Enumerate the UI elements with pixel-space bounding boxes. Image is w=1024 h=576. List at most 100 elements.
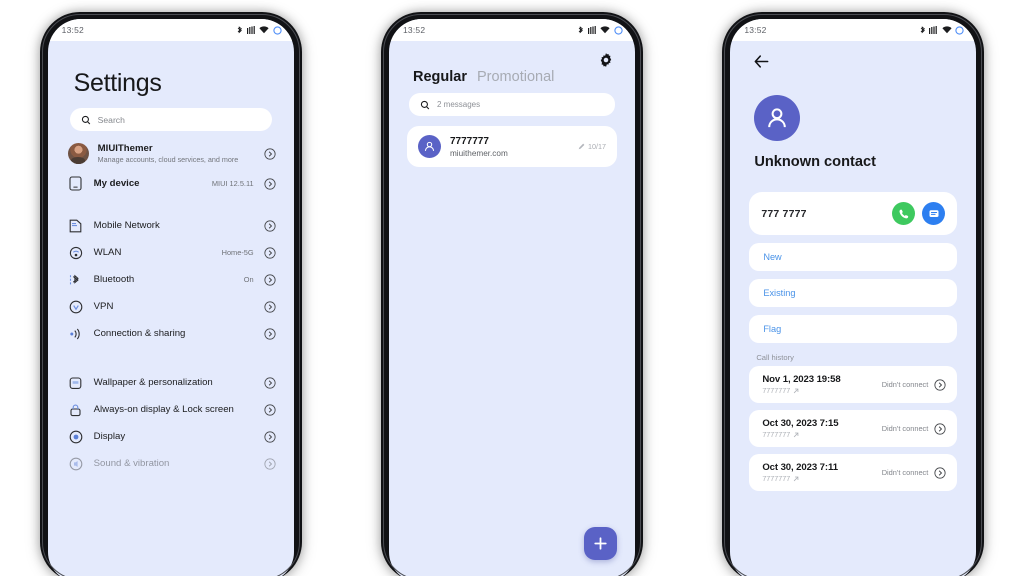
action-flag[interactable]: Flag: [749, 315, 958, 343]
bluetooth-icon: [579, 25, 584, 33]
sidebar-item-connection-sharing[interactable]: Connection & sharing: [56, 320, 286, 347]
status-bar-icons: [237, 25, 282, 35]
bluetooth-icon: [237, 25, 243, 33]
status-bar-time: 13:52: [402, 25, 426, 35]
list-item[interactable]: 7777777 miuithemer.com 10/17: [406, 126, 617, 167]
table-row[interactable]: Nov 1, 2023 19:58 7777777 Didn't connect: [749, 366, 958, 403]
status-bar: 13:52: [388, 19, 635, 41]
call-number: 7777777: [762, 386, 791, 395]
lock-icon: [68, 402, 84, 418]
person-avatar: [417, 135, 441, 158]
tab-regular[interactable]: Regular: [413, 69, 467, 85]
table-row[interactable]: Oct 30, 2023 7:11 7777777 Didn't connect: [749, 454, 958, 491]
signal-icon: [246, 25, 255, 34]
chevron-right-icon: [934, 378, 946, 391]
messages-count-placeholder: 2 messages: [436, 100, 481, 109]
status-bar-icons: [578, 25, 623, 35]
wifi-icon: [600, 26, 611, 34]
message-meta: 10/17: [578, 142, 606, 151]
call-status: Didn't connect: [881, 468, 929, 477]
messages-scroll[interactable]: Regular Promotional 2 messages 7777777 m…: [389, 41, 635, 576]
item-value: Home-5G: [221, 248, 254, 258]
call-button[interactable]: [892, 202, 916, 225]
messages-tabs: Regular Promotional: [397, 55, 627, 93]
item-label: VPN: [93, 300, 114, 312]
call-entry-body: Nov 1, 2023 19:58 7777777: [762, 374, 875, 395]
sidebar-item-bluetooth[interactable]: Bluetooth On: [56, 266, 286, 293]
status-bar-time: 13:52: [744, 25, 767, 35]
phone-number-card[interactable]: 777 7777: [749, 192, 958, 235]
wifi-settings-icon: [68, 245, 84, 261]
battery-icon: [273, 25, 282, 35]
back-button[interactable]: [738, 41, 769, 73]
signal-icon: [587, 25, 596, 34]
call-status: Didn't connect: [881, 380, 929, 389]
chevron-right-icon: [934, 466, 946, 479]
messages-screen: 13:52 Regular Promotional 2 messages 777…: [388, 19, 635, 576]
settings-scroll[interactable]: Settings Search MIUIThemer Manage accoun…: [48, 41, 294, 576]
settings-group-personalization: Wallpaper & personalization Always-on di…: [55, 362, 286, 485]
plus-icon: [594, 537, 607, 550]
call-number-row: 7777777: [762, 474, 875, 483]
phone-mockup-contact: 13:52 Unknown contact 777 7777 New Exist…: [722, 12, 985, 576]
sidebar-item-wlan[interactable]: WLAN Home-5G: [56, 239, 286, 266]
search-icon: [420, 100, 430, 109]
search-placeholder: Search: [97, 114, 125, 125]
contact-scroll[interactable]: Unknown contact 777 7777 New Existing Fl…: [730, 41, 976, 576]
call-date: Oct 30, 2023 7:15: [762, 418, 839, 429]
sidebar-item-sound-vibration[interactable]: Sound & vibration: [56, 450, 286, 477]
item-label: Display: [93, 430, 126, 442]
my-device-label: My device: [93, 177, 140, 189]
settings-group-connectivity: Mobile Network WLAN Home-5G Bluetooth On: [55, 205, 286, 355]
call-number: 7777777: [762, 474, 791, 483]
item-label: Bluetooth: [93, 273, 135, 285]
chevron-right-icon: [264, 178, 276, 190]
sidebar-item-wallpaper[interactable]: Wallpaper & personalization: [56, 369, 286, 396]
call-entry-body: Oct 30, 2023 7:11 7777777: [762, 462, 875, 483]
item-label: Sound & vibration: [93, 457, 170, 469]
account-subtitle: Manage accounts, cloud services, and mor…: [97, 155, 239, 164]
call-number-row: 7777777: [762, 386, 875, 395]
status-bar: 13:52: [47, 19, 294, 41]
bluetooth-icon: [920, 25, 925, 33]
sidebar-item-my-device[interactable]: My device MIUI 12.5.11: [56, 170, 286, 197]
chevron-right-icon: [264, 247, 276, 259]
sidebar-item-display[interactable]: Display: [56, 423, 286, 450]
item-label: Wallpaper & personalization: [93, 376, 213, 388]
search-input[interactable]: Search: [69, 108, 272, 131]
wallpaper-icon: [68, 375, 84, 391]
messages-search-input[interactable]: 2 messages: [408, 93, 615, 116]
call-history-label: Call history: [756, 353, 794, 362]
sidebar-item-vpn[interactable]: VPN: [56, 293, 286, 320]
device-icon: [68, 176, 84, 192]
connection-sharing-icon: [68, 326, 84, 342]
outgoing-call-icon: [794, 476, 799, 481]
message-button[interactable]: [922, 202, 946, 225]
new-message-fab[interactable]: [583, 527, 617, 560]
status-bar-time: 13:52: [61, 25, 84, 35]
item-value: On: [243, 275, 254, 285]
tab-promotional[interactable]: Promotional: [477, 69, 554, 85]
item-label: Always-on display & Lock screen: [93, 403, 234, 415]
contact-screen: 13:52 Unknown contact 777 7777 New Exist…: [730, 19, 977, 576]
gear-icon[interactable]: [599, 53, 613, 67]
my-device-value: MIUI 12.5.11: [211, 179, 254, 189]
account-row[interactable]: MIUIThemer Manage accounts, cloud servic…: [56, 139, 286, 170]
call-entry-body: Oct 30, 2023 7:15 7777777: [762, 418, 875, 439]
sound-icon: [68, 456, 84, 472]
call-status: Didn't connect: [881, 424, 929, 433]
sim-card-icon: [68, 218, 84, 234]
sidebar-item-mobile-network[interactable]: Mobile Network: [56, 212, 286, 239]
page-title: Settings: [73, 69, 162, 97]
chevron-right-icon: [264, 458, 276, 470]
item-label: Mobile Network: [93, 219, 160, 231]
chevron-right-icon: [264, 220, 276, 232]
chevron-right-icon: [264, 328, 276, 340]
wifi-icon: [942, 26, 952, 34]
pencil-icon: [578, 143, 585, 150]
sidebar-item-aod-lockscreen[interactable]: Always-on display & Lock screen: [56, 396, 286, 423]
status-bar-icons: [920, 25, 965, 35]
table-row[interactable]: Oct 30, 2023 7:15 7777777 Didn't connect: [749, 410, 958, 447]
action-existing[interactable]: Existing: [749, 279, 958, 307]
action-new[interactable]: New: [749, 243, 958, 271]
